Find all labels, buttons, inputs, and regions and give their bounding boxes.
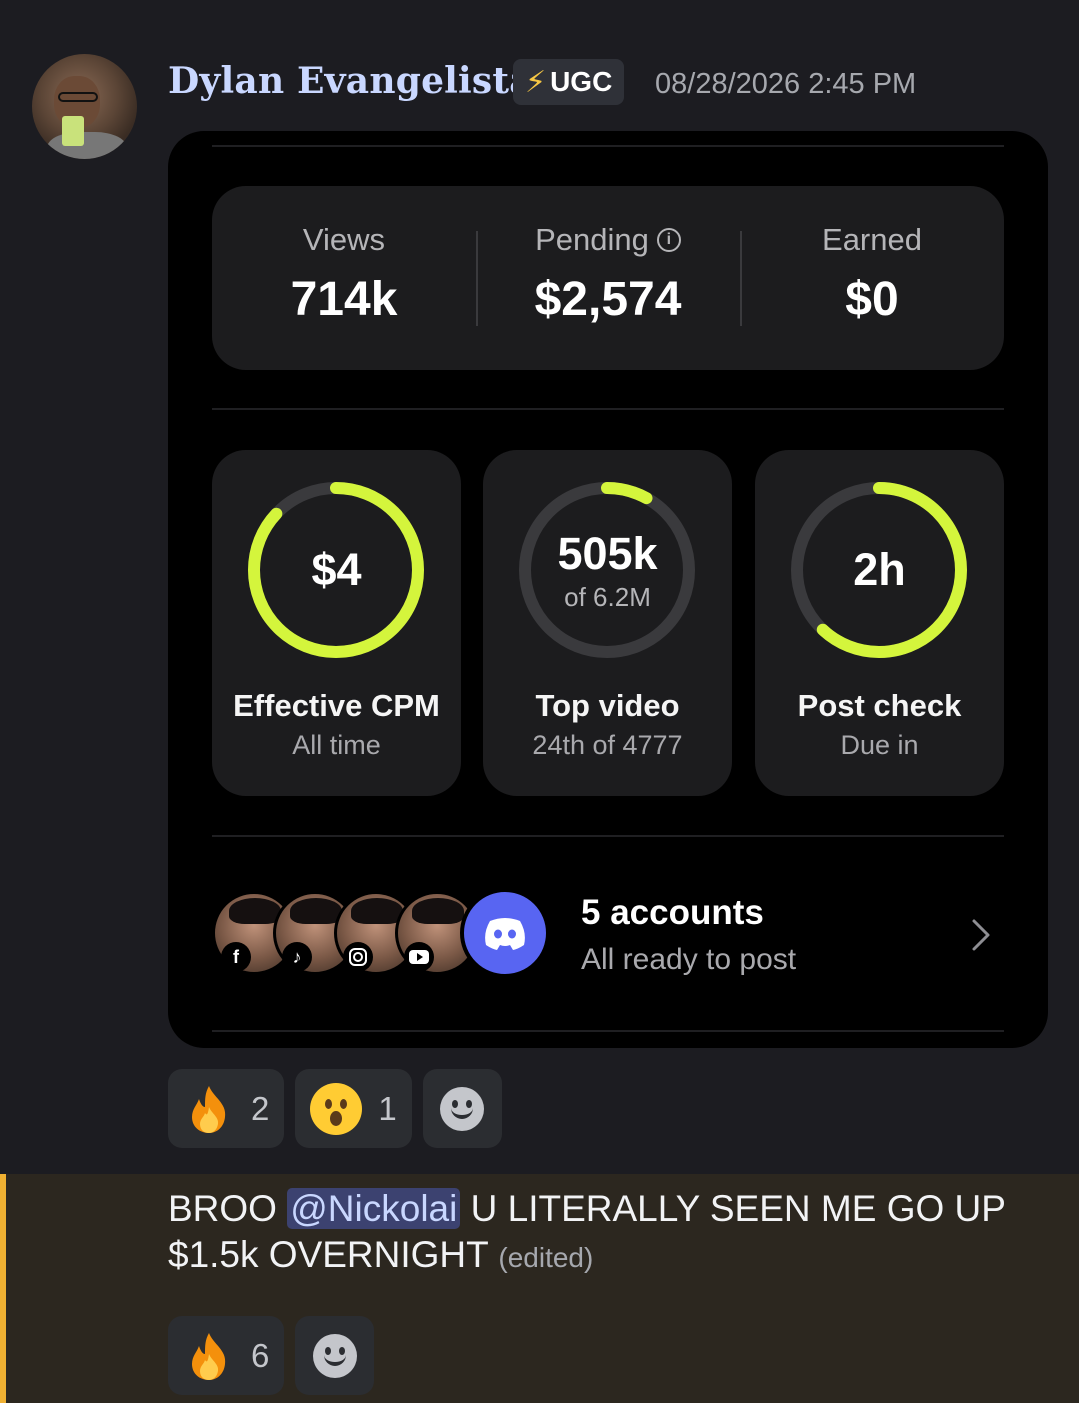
author-name[interactable]: Dylan Evangelista: [168, 60, 533, 102]
tile-subtitle: Due in: [840, 730, 919, 760]
tile-title: Effective CPM: [233, 688, 440, 723]
divider: [212, 408, 1004, 410]
chevron-right-icon: [972, 919, 990, 951]
accounts-subtitle: All ready to post: [581, 943, 797, 976]
instagram-icon: [343, 942, 373, 972]
reaction-count: 6: [251, 1336, 270, 1374]
discord-icon: [460, 888, 550, 978]
stat-value: $0: [845, 273, 899, 326]
role-tag-label: UGC: [550, 66, 613, 97]
author-avatar[interactable]: [32, 54, 137, 159]
tile-title: Post check: [797, 688, 962, 723]
tile-value-sub: of 6.2M: [564, 581, 651, 612]
edited-label: (edited): [498, 1242, 594, 1273]
add-reaction-button[interactable]: [295, 1316, 375, 1395]
stat-earned: Earned $0: [740, 186, 1004, 370]
tiktok-icon: ♪: [282, 942, 312, 972]
divider: [212, 835, 1004, 837]
message-timestamp: 08/28/2026 2:45 PM: [655, 68, 917, 100]
fire-emoji-icon: [192, 1085, 226, 1133]
stat-value: 714k: [290, 273, 398, 326]
lightning-icon: ⚡: [525, 65, 547, 99]
stats-summary: Views 714k Pending i $2,574 Earned $0: [212, 186, 1004, 370]
astonished-emoji-icon: [310, 1082, 363, 1135]
user-mention[interactable]: @Nickolai: [287, 1188, 461, 1229]
reaction-astonished[interactable]: 1: [295, 1069, 412, 1148]
fire-emoji-icon: [192, 1332, 226, 1380]
tile-subtitle: 24th of 4777: [532, 730, 683, 760]
divider: [212, 145, 1004, 147]
reactions-bar: 6: [168, 1316, 375, 1395]
message-line-2: $1.5k OVERNIGHT: [168, 1234, 489, 1275]
stat-label: Views: [302, 222, 386, 257]
message-text: BROO @Nickolai U LITERALLY SEEN ME GO UP…: [168, 1186, 1058, 1281]
stat-views: Views 714k: [212, 186, 476, 370]
tile-value: $4: [311, 544, 362, 595]
tile-subtitle: All time: [292, 730, 381, 760]
tile-effective-cpm: $4 Effective CPM All time: [212, 450, 461, 796]
tile-value: 2h: [853, 544, 906, 595]
accounts-row: f ♪ 5 accounts All ready to post: [212, 871, 1004, 981]
smiley-icon: [440, 1086, 485, 1131]
message-line-1: U LITERALLY SEEN ME GO UP: [470, 1188, 1006, 1229]
reaction-count: 1: [378, 1089, 397, 1127]
stat-label: Pending: [535, 222, 649, 257]
message-prefix: BROO: [168, 1188, 277, 1229]
smiley-icon: [312, 1333, 357, 1378]
reactions-bar: 2 1: [168, 1069, 502, 1148]
tile-value: 505k: [557, 527, 658, 579]
accounts-title: 5 accounts: [581, 893, 764, 932]
reaction-fire[interactable]: 6: [168, 1316, 285, 1395]
stat-label: Earned: [822, 222, 922, 257]
stat-value: $2,574: [534, 273, 682, 326]
divider: [212, 1030, 1004, 1032]
stat-pending: Pending i $2,574: [476, 186, 740, 370]
youtube-icon: [404, 942, 434, 972]
reaction-fire[interactable]: 2: [168, 1069, 285, 1148]
tile-post-check: 2h Post check Due in: [755, 450, 1004, 796]
role-tag[interactable]: ⚡ UGC: [513, 59, 625, 105]
tile-top-video: 505k of 6.2M Top video 24th of 4777: [483, 450, 732, 796]
reaction-count: 2: [251, 1089, 270, 1127]
info-icon: i: [656, 228, 681, 252]
add-reaction-button[interactable]: [422, 1069, 502, 1148]
tile-title: Top video: [535, 688, 680, 723]
stats-card-image[interactable]: Views 714k Pending i $2,574 Earned $0 $4…: [168, 131, 1048, 1048]
facebook-icon: f: [221, 942, 251, 972]
metric-tiles: $4 Effective CPM All time 505k of 6.2M T…: [212, 450, 1004, 796]
